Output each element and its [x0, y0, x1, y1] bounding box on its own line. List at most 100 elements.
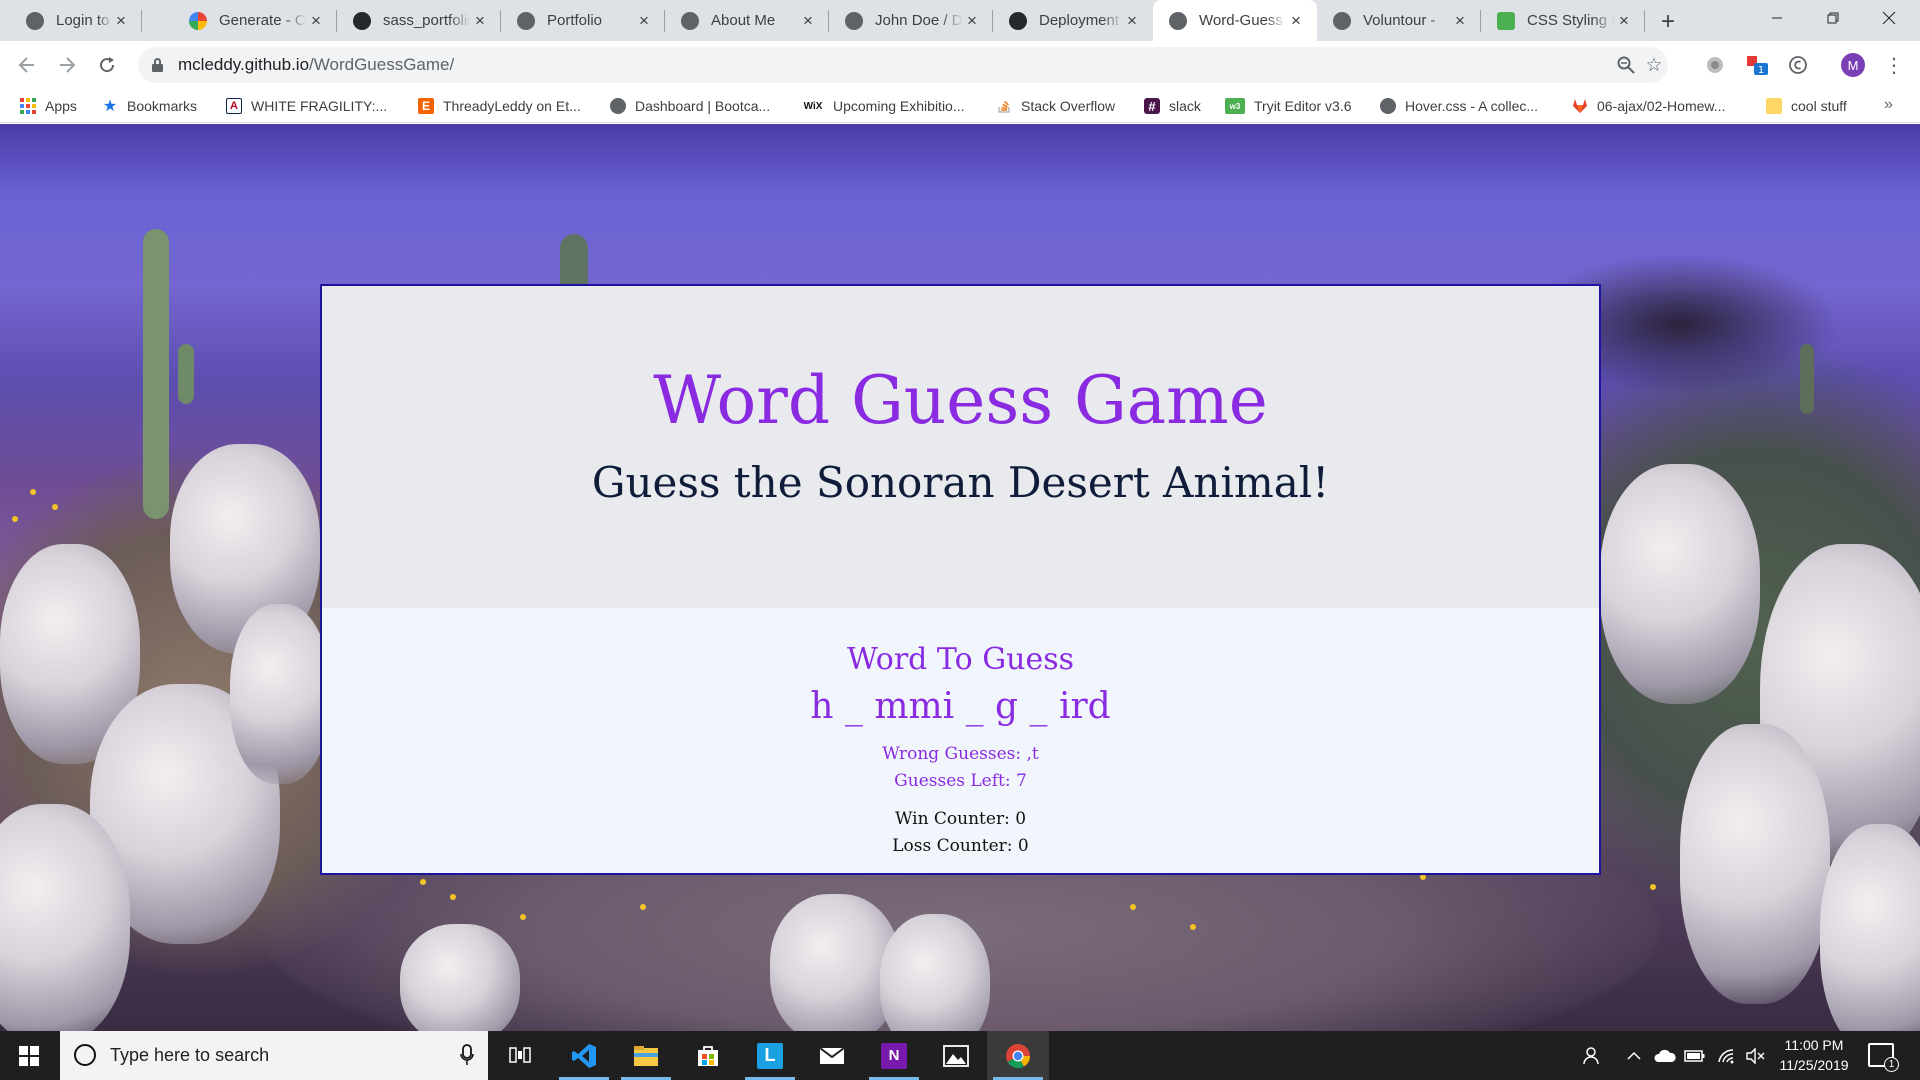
extension-badge-icon[interactable]: 1 — [1745, 53, 1769, 77]
bookmark-star-icon[interactable]: ☆ — [1642, 53, 1666, 77]
bookmark-hover-css[interactable]: Hover.css - A collec... — [1380, 95, 1538, 117]
task-view-button[interactable] — [489, 1031, 551, 1080]
bookmark-label: Hover.css - A collec... — [1405, 98, 1539, 114]
zoom-icon[interactable] — [1614, 53, 1638, 77]
bookmark-ajax-homework[interactable]: 06-ajax/02-Homew... — [1572, 95, 1725, 117]
tab-title: Login to Your Account — [56, 12, 112, 29]
taskbar-photos[interactable] — [925, 1031, 987, 1080]
bookmark-label: Tryit Editor v3.6 — [1254, 98, 1352, 114]
close-tab-icon[interactable]: × — [471, 11, 489, 30]
lock-icon[interactable] — [152, 58, 163, 72]
bookmark-apps[interactable]: Apps — [20, 95, 77, 117]
url-host: mcleddy.github.io — [178, 55, 310, 74]
profile-avatar[interactable]: M — [1841, 53, 1865, 77]
taskbar-chrome[interactable] — [987, 1031, 1049, 1080]
show-hidden-icons-chevron-icon[interactable] — [1620, 1031, 1648, 1080]
new-tab-button[interactable]: + — [1654, 8, 1682, 36]
taskbar-app-l[interactable]: L — [739, 1031, 801, 1080]
close-tab-icon[interactable]: × — [307, 11, 325, 30]
close-tab-icon[interactable]: × — [112, 11, 130, 30]
extension-circle-icon[interactable] — [1703, 53, 1727, 77]
people-icon[interactable] — [1578, 1031, 1608, 1080]
tab-css-styling[interactable]: CSS Styling I × — [1481, 0, 1645, 41]
game-card: Word Guess Game Guess the Sonoran Desert… — [320, 284, 1601, 875]
bookmark-dashboard[interactable]: Dashboard | Bootca... — [610, 95, 770, 117]
minimize-button[interactable] — [1754, 0, 1800, 36]
globe-icon — [1169, 11, 1187, 30]
microphone-icon[interactable] — [456, 1042, 478, 1068]
tab-generate[interactable]: Generate - C × — [173, 0, 337, 41]
url-path: /WordGuessGame/ — [309, 55, 455, 74]
tab-sass-portfolio[interactable]: sass_portfolio × — [337, 0, 501, 41]
extension-c-icon[interactable] — [1786, 53, 1810, 77]
start-button[interactable] — [0, 1031, 58, 1080]
tab-about-me[interactable]: About Me × — [665, 0, 829, 41]
bookmark-stack-overflow[interactable]: Stack Overflow — [996, 95, 1115, 117]
wifi-icon[interactable] — [1712, 1031, 1742, 1080]
close-tab-icon[interactable]: × — [1615, 11, 1633, 30]
address-bar[interactable]: mcleddy.github.io/WordGuessGame/ ☆ — [138, 47, 1668, 83]
reload-button[interactable] — [91, 49, 123, 81]
mail-icon — [819, 1043, 845, 1069]
game-subtitle: Guess the Sonoran Desert Animal! — [591, 458, 1330, 507]
tab-title: Portfolio — [547, 12, 603, 29]
taskbar-vscode[interactable] — [553, 1031, 615, 1080]
bookmark-white-fragility[interactable]: A WHITE FRAGILITY:... — [226, 95, 387, 117]
page-viewport: Word Guess Game Guess the Sonoran Desert… — [0, 124, 1920, 1031]
tab-deployment[interactable]: Deployment × — [993, 0, 1153, 41]
bookmark-tryit-editor[interactable]: w3 Tryit Editor v3.6 — [1225, 95, 1352, 117]
bookmark-folder-cool-stuff[interactable]: cool stuff — [1766, 95, 1847, 117]
bookmarks-bar: Apps ★ Bookmarks A WHITE FRAGILITY:... E… — [0, 89, 1920, 123]
action-center-icon[interactable]: 1 — [1868, 1043, 1899, 1072]
url-text[interactable]: mcleddy.github.io/WordGuessGame/ — [178, 55, 454, 75]
bookmark-label: WHITE FRAGILITY:... — [251, 98, 388, 114]
bookmark-threadyleddy[interactable]: E ThreadyLeddy on Et... — [418, 95, 581, 117]
system-clock[interactable]: 11:00 PM 11/25/2019 — [1766, 1035, 1862, 1075]
vscode-icon — [571, 1043, 597, 1069]
clock-time: 11:00 PM — [1784, 1037, 1844, 1053]
bookmark-label: slack — [1169, 98, 1201, 114]
menu-kebab-icon[interactable]: ⋮ — [1882, 53, 1906, 77]
onedrive-icon[interactable] — [1650, 1031, 1680, 1080]
close-tab-icon[interactable]: × — [635, 11, 653, 30]
bookmark-label: Apps — [45, 98, 77, 114]
bookmark-label: Upcoming Exhibitio... — [833, 98, 965, 114]
tab-separator — [141, 10, 142, 32]
tab-title: Deployment — [1039, 12, 1120, 29]
game-title: Word Guess Game — [653, 362, 1268, 439]
tab-login[interactable]: Login to Your Account × — [0, 0, 142, 41]
taskbar-search-box[interactable]: Type here to search — [60, 1031, 488, 1080]
tab-portfolio[interactable]: Portfolio × — [501, 0, 665, 41]
globe-icon — [610, 98, 626, 114]
forward-arrow-icon — [60, 57, 76, 73]
close-tab-icon[interactable]: × — [963, 11, 981, 30]
taskbar-store[interactable] — [677, 1031, 739, 1080]
loss-counter: Loss Counter: 0 — [892, 836, 1029, 856]
close-tab-icon[interactable]: × — [1123, 11, 1141, 30]
close-window-button[interactable] — [1866, 0, 1912, 36]
restore-button[interactable] — [1810, 0, 1856, 36]
bookmark-bookmarks[interactable]: ★ Bookmarks — [102, 95, 197, 117]
back-arrow-icon — [18, 57, 34, 73]
bookmark-slack[interactable]: # slack — [1144, 95, 1201, 117]
close-tab-icon[interactable]: × — [799, 11, 817, 30]
bookmark-upcoming-exhibitions[interactable]: WiX Upcoming Exhibitio... — [802, 95, 965, 117]
tab-john-doe[interactable]: John Doe / D × — [829, 0, 993, 41]
close-tab-icon[interactable]: × — [1451, 11, 1469, 30]
bookmarks-overflow-chevron-icon[interactable]: » — [1884, 96, 1893, 114]
file-explorer-icon — [633, 1043, 659, 1069]
tab-word-guess[interactable]: Word-Guess × — [1153, 0, 1317, 41]
close-tab-icon[interactable]: × — [1287, 11, 1305, 30]
bookmark-label: Dashboard | Bootca... — [635, 98, 771, 114]
taskbar-onenote[interactable]: N — [863, 1031, 925, 1080]
forward-button[interactable] — [51, 49, 83, 81]
taskbar-file-explorer[interactable] — [615, 1031, 677, 1080]
store-icon — [695, 1043, 721, 1069]
reload-icon — [100, 57, 115, 73]
taskbar-mail[interactable] — [801, 1031, 863, 1080]
globe-icon — [26, 11, 44, 30]
tab-voluntour[interactable]: Voluntour - × — [1317, 0, 1481, 41]
back-button[interactable] — [11, 49, 43, 81]
battery-icon[interactable] — [1680, 1031, 1710, 1080]
windows-logo-icon — [19, 1045, 39, 1066]
